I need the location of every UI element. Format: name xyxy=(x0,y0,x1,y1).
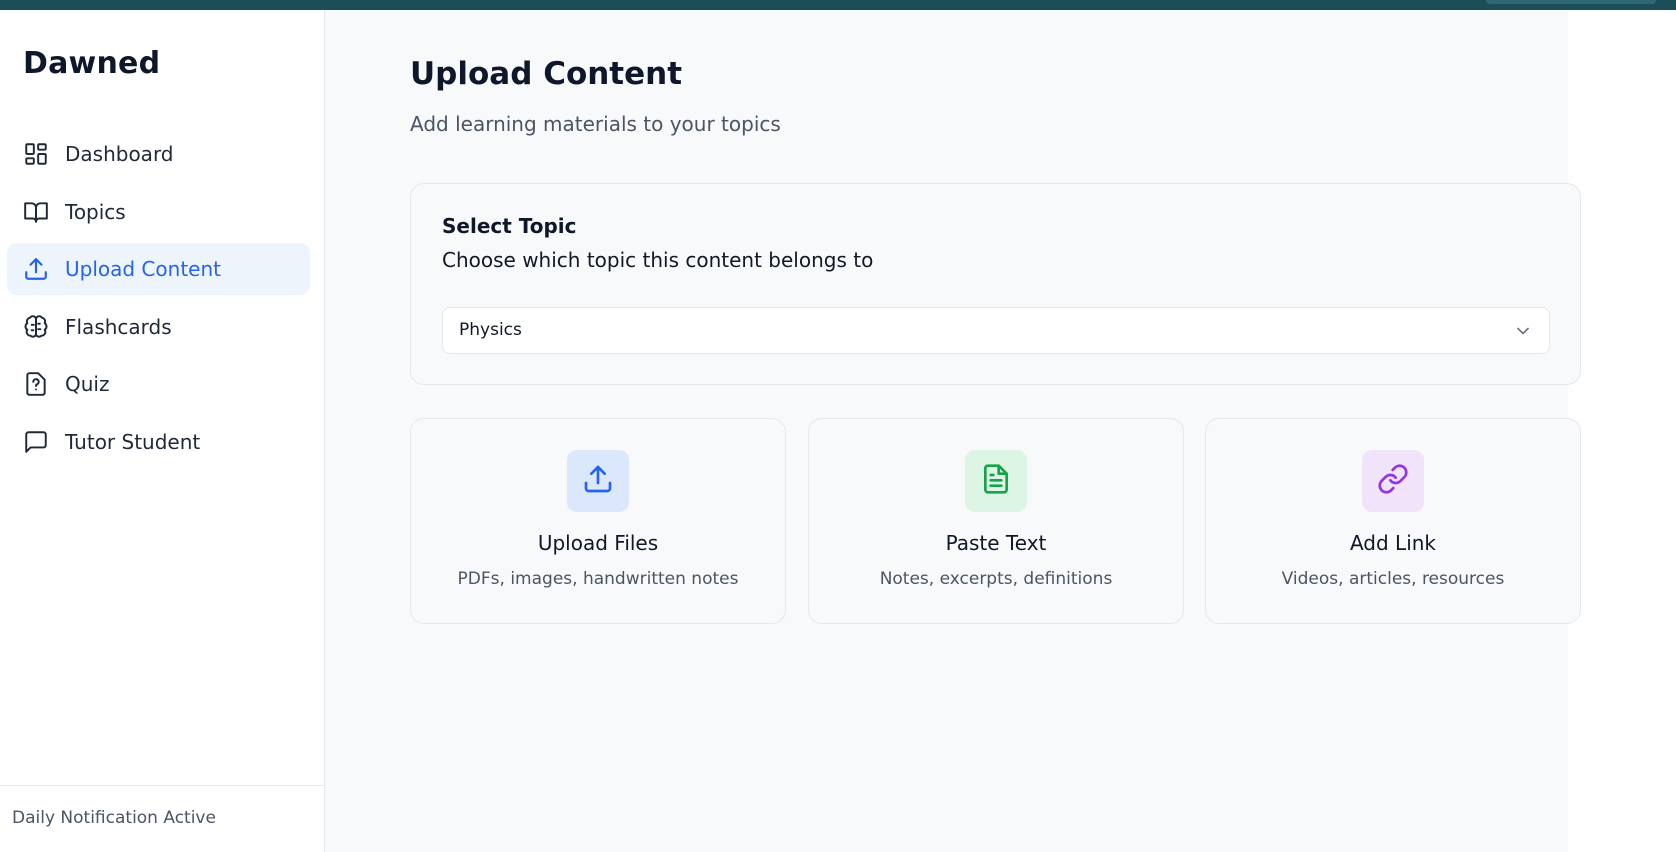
book-open-icon xyxy=(23,199,49,225)
select-topic-title: Select Topic xyxy=(442,214,577,238)
upload-files-title: Upload Files xyxy=(537,531,659,555)
add-link-card[interactable]: Add Link Videos, articles, resources xyxy=(1205,418,1581,624)
upload-files-tile xyxy=(567,450,629,512)
paste-text-tile xyxy=(965,450,1027,512)
sidebar-nav: Dashboard Topics Upload Content Flashcar… xyxy=(7,128,310,474)
sidebar: Dawned Dashboard Topics Upload Content F… xyxy=(0,10,325,852)
sidebar-item-flashcards[interactable]: Flashcards xyxy=(7,301,310,353)
sidebar-item-label: Dashboard xyxy=(65,142,174,166)
sidebar-item-label: Quiz xyxy=(65,372,110,397)
file-text-icon xyxy=(980,463,1012,499)
upload-icon xyxy=(582,463,614,499)
sidebar-item-dashboard[interactable]: Dashboard xyxy=(7,128,310,180)
chevron-down-icon xyxy=(1513,321,1533,341)
upload-files-description: PDFs, images, handwritten notes xyxy=(457,569,739,589)
brain-icon xyxy=(23,314,49,340)
grid-icon xyxy=(23,141,49,167)
select-topic-card: Select Topic Choose which topic this con… xyxy=(410,183,1581,385)
sidebar-item-label: Flashcards xyxy=(65,314,172,339)
add-link-title: Add Link xyxy=(1349,531,1437,555)
paste-text-card[interactable]: Paste Text Notes, excerpts, definitions xyxy=(808,418,1184,624)
sidebar-item-label: Tutor Student xyxy=(65,429,201,454)
sidebar-item-tutor-student[interactable]: Tutor Student xyxy=(7,416,310,468)
topic-select-value: Physics xyxy=(459,320,522,340)
paste-text-title: Paste Text xyxy=(945,531,1047,555)
help-file-icon xyxy=(23,371,49,397)
sidebar-item-upload-content[interactable]: Upload Content xyxy=(7,243,310,296)
sidebar-item-quiz[interactable]: Quiz xyxy=(7,358,310,410)
add-link-tile xyxy=(1362,450,1424,512)
link-icon xyxy=(1377,463,1409,499)
notification-status: Daily Notification Active xyxy=(12,808,216,828)
sidebar-item-topics[interactable]: Topics xyxy=(7,186,310,238)
right-edge-panel xyxy=(1568,10,1676,852)
sidebar-item-label: Topics xyxy=(65,199,126,224)
page-subtitle: Add learning materials to your topics xyxy=(410,112,781,136)
upload-files-card[interactable]: Upload Files PDFs, images, handwritten n… xyxy=(410,418,786,624)
topic-select[interactable]: Physics xyxy=(442,307,1550,354)
sidebar-footer: Daily Notification Active xyxy=(0,785,324,852)
upload-icon xyxy=(23,256,49,282)
sidebar-item-label: Upload Content xyxy=(65,257,221,282)
add-link-description: Videos, articles, resources xyxy=(1281,569,1505,589)
window-top-bar xyxy=(0,0,1676,10)
message-square-icon xyxy=(23,429,49,455)
brand-title: Dawned xyxy=(23,46,161,81)
page-title: Upload Content xyxy=(410,56,683,92)
select-topic-description: Choose which topic this content belongs … xyxy=(442,248,874,272)
paste-text-description: Notes, excerpts, definitions xyxy=(879,569,1113,589)
top-bar-handle xyxy=(1486,0,1656,4)
